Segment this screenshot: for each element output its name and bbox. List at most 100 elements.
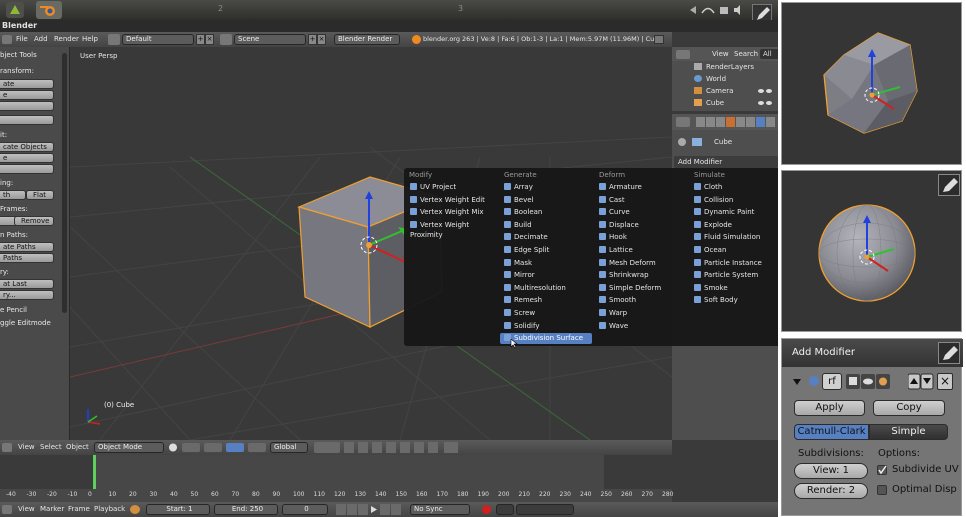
outliner-item-cube[interactable]: Cube — [706, 99, 724, 107]
history-button[interactable]: ry... — [0, 290, 54, 300]
modifier-item-cast[interactable]: Cast — [595, 195, 687, 206]
rotate-button[interactable]: e — [0, 90, 54, 100]
catmull-clark-tab[interactable]: Catmull-Clark — [794, 424, 869, 440]
modifier-name-field[interactable]: rf — [822, 373, 842, 390]
modifier-item-shrinkwrap[interactable]: Shrinkwrap — [595, 270, 687, 281]
playback-controls[interactable] — [336, 504, 404, 515]
current-frame-line[interactable] — [93, 455, 96, 489]
record-button[interactable] — [482, 505, 491, 514]
outliner-item-camera[interactable]: Camera — [706, 87, 733, 95]
modifier-item-armature[interactable]: Armature — [595, 182, 687, 193]
modifier-visibility-icons[interactable] — [846, 373, 896, 390]
menu-file[interactable]: File — [16, 34, 28, 45]
delete-button[interactable]: e — [0, 153, 54, 163]
outliner-item-world[interactable]: World — [706, 75, 726, 83]
clear-paths-button[interactable]: Paths — [0, 253, 54, 263]
modifier-item-boolean[interactable]: Boolean — [500, 207, 592, 218]
modifier-item-ocean[interactable]: Ocean — [690, 245, 778, 256]
collapse-arrow-icon[interactable] — [792, 377, 802, 387]
modifier-item-warp[interactable]: Warp — [595, 308, 687, 319]
properties-editor-icon[interactable] — [676, 117, 690, 127]
tl-menu-marker[interactable]: Marker — [40, 504, 64, 515]
toggle-editmode-label[interactable]: ggle Editmode — [0, 319, 51, 328]
add-modifier-dropdown[interactable]: Add Modifier — [674, 156, 778, 168]
maximize-icon[interactable] — [654, 35, 664, 44]
view-levels-field[interactable]: View: 1 — [794, 463, 868, 479]
viewport-editor-icon[interactable] — [2, 443, 12, 452]
workspace-3-label[interactable]: 3 — [458, 4, 463, 13]
modifier-item-build[interactable]: Build — [500, 220, 592, 231]
timeline-editor-icon[interactable] — [2, 505, 12, 514]
modifier-item-vertex-weight-edit[interactable]: Vertex Weight Edit — [406, 195, 498, 206]
screen-close-button[interactable]: × — [205, 34, 214, 45]
scene-add-button[interactable]: + — [308, 34, 317, 45]
vp-menu-view[interactable]: View — [18, 442, 35, 453]
outliner-editor-icon[interactable] — [676, 50, 690, 59]
end-frame-field[interactable]: End: 250 — [214, 504, 278, 515]
modifier-item-cloth[interactable]: Cloth — [690, 182, 778, 193]
copy-button[interactable]: Copy — [873, 400, 945, 416]
modifier-item-decimate[interactable]: Decimate — [500, 232, 592, 243]
modifier-item-simple-deform[interactable]: Simple Deform — [595, 283, 687, 294]
modifier-panel-title[interactable]: Add Modifier — [782, 339, 963, 367]
screen-layout-icon[interactable] — [108, 34, 120, 45]
modifier-item-lattice[interactable]: Lattice — [595, 245, 687, 256]
modifier-item-screw[interactable]: Screw — [500, 308, 592, 319]
modifier-item-particle-system[interactable]: Particle System — [690, 270, 778, 281]
modifier-item-mask[interactable]: Mask — [500, 258, 592, 269]
modifier-item-wave[interactable]: Wave — [595, 321, 687, 332]
vp-menu-object[interactable]: Object — [66, 442, 89, 453]
menu-render[interactable]: Render — [54, 34, 79, 45]
origin-button[interactable] — [0, 115, 54, 125]
render-engine-select[interactable]: Blender Render — [334, 34, 400, 45]
modifier-item-multiresolution[interactable]: Multiresolution — [500, 283, 592, 294]
viewport-shading-icons[interactable] — [168, 442, 268, 453]
blender-app-icon[interactable] — [36, 1, 62, 19]
simple-tab[interactable]: Simple — [869, 424, 948, 440]
optimal-display-checkbox[interactable] — [877, 485, 887, 495]
outliner-item-renderlayers[interactable]: RenderLayers — [706, 63, 754, 71]
modifier-item-mirror[interactable]: Mirror — [500, 270, 592, 281]
calculate-paths-button[interactable]: ate Paths — [0, 242, 54, 252]
editor-type-icon[interactable] — [2, 35, 12, 44]
keying-set-icon[interactable] — [496, 504, 514, 515]
tl-menu-playback[interactable]: Playback — [94, 504, 125, 515]
modifier-item-bevel[interactable]: Bevel — [500, 195, 592, 206]
scene-icon[interactable] — [220, 34, 232, 45]
tl-menu-view[interactable]: View — [18, 504, 35, 515]
screen-layout-field[interactable]: Default — [122, 34, 194, 45]
render-levels-field[interactable]: Render: 2 — [794, 483, 868, 499]
modifier-item-fluid-simulation[interactable]: Fluid Simulation — [690, 232, 778, 243]
modifier-item-solidify[interactable]: Solidify — [500, 321, 592, 332]
menu-help[interactable]: Help — [82, 34, 98, 45]
scene-close-button[interactable]: × — [317, 34, 326, 45]
transform-orientation-select[interactable]: Global — [270, 442, 308, 453]
outliner-search-menu[interactable]: Search — [734, 49, 758, 60]
edit-pencil-icon[interactable] — [938, 174, 960, 196]
flat-shading-button[interactable]: Flat — [26, 190, 54, 200]
duplicate-objects-button[interactable]: cate Objects — [0, 142, 54, 152]
edit-pencil-icon[interactable] — [938, 342, 960, 364]
modifier-item-smooth[interactable]: Smooth — [595, 295, 687, 306]
modifier-item-soft-body[interactable]: Soft Body — [690, 295, 778, 306]
keying-set-field[interactable] — [516, 504, 574, 515]
subdivide-uv-checkbox[interactable] — [877, 465, 887, 475]
modifier-item-curve[interactable]: Curve — [595, 207, 687, 218]
workspace-2-label[interactable]: 2 — [218, 4, 223, 13]
modifier-item-uv-project[interactable]: UV Project — [406, 182, 498, 193]
apply-button[interactable]: Apply — [794, 400, 865, 416]
modifier-item-edge-split[interactable]: Edge Split — [500, 245, 592, 256]
modifier-item-smoke[interactable]: Smoke — [690, 283, 778, 294]
modifier-item-mesh-deform[interactable]: Mesh Deform — [595, 258, 687, 269]
visibility-eye-icons[interactable] — [756, 87, 774, 107]
sync-mode-select[interactable]: No Sync — [410, 504, 470, 515]
start-frame-field[interactable]: Start: 1 — [146, 504, 210, 515]
tool-shelf-scrollbar[interactable] — [62, 53, 67, 313]
outliner-view-menu[interactable]: View — [712, 49, 729, 60]
modifier-item-hook[interactable]: Hook — [595, 232, 687, 243]
modifier-item-remesh[interactable]: Remesh — [500, 295, 592, 306]
scale-button[interactable] — [0, 101, 54, 111]
modifier-item-vertex-weight-mix[interactable]: Vertex Weight Mix — [406, 207, 498, 218]
join-button[interactable] — [0, 164, 54, 174]
modifier-item-vertex-weight-proximity[interactable]: Vertex Weight Proximity — [406, 220, 498, 239]
